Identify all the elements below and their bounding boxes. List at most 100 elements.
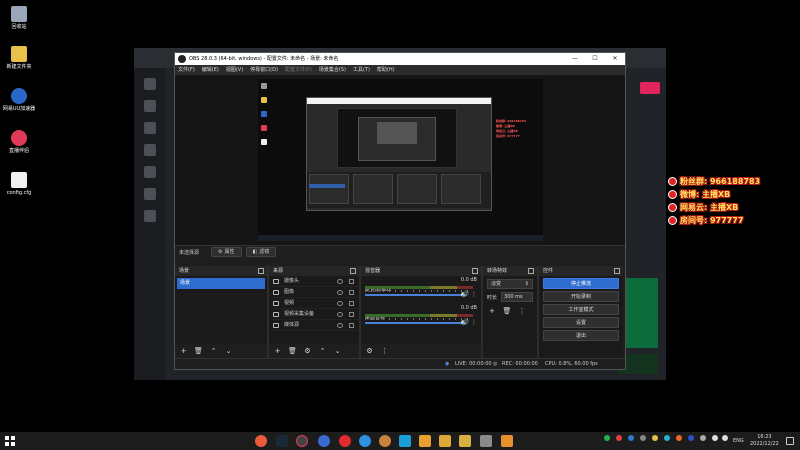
app-icon[interactable] [339,435,351,447]
add-source-button[interactable]: + [273,347,282,356]
undock-icon[interactable] [614,268,620,274]
exit-button[interactable]: 退出 [543,330,619,341]
eye-icon[interactable] [337,290,343,295]
app-icon[interactable] [379,435,391,447]
lock-icon[interactable] [349,290,354,295]
maximize-button[interactable]: ☐ [585,53,605,65]
obs-titlebar[interactable]: OBS 28.0.3 (64-bit, windows) - 配置文件: 未命名… [175,53,625,65]
duration-input[interactable]: 300 ms [501,292,534,302]
speaker-icon[interactable]: 🔊 [462,319,469,326]
volume-slider[interactable] [365,294,465,296]
tray-icon[interactable] [628,435,634,441]
kebab-menu-icon[interactable]: ⋮ [471,291,477,298]
move-up-button[interactable]: ⌃ [318,347,327,356]
tray-icon[interactable] [700,435,706,441]
notification-icon[interactable] [786,437,794,445]
desktop-icon-label: 网易UU加速器 [2,106,36,112]
undock-icon[interactable] [350,268,356,274]
source-item[interactable]: 图像 [269,287,359,298]
close-button[interactable]: ✕ [605,53,625,65]
source-item[interactable]: 视频 [269,298,359,309]
volume-slider[interactable] [365,322,465,324]
lock-icon[interactable] [349,279,354,284]
obs-taskbar-icon[interactable] [296,435,308,447]
tray-icon[interactable] [652,435,658,441]
menu-tools[interactable]: 工具(T) [353,65,370,75]
tray-icon[interactable] [604,435,610,441]
preview-canvas[interactable]: 粉丝群: 966188783 微博: 主播XB 网易云: 主播XB 房间号: 9… [258,79,543,241]
tray-icon[interactable] [616,435,622,441]
menu-file[interactable]: 文件(F) [178,65,195,75]
source-properties-button[interactable]: ⚙ [303,347,312,356]
obs-window[interactable]: OBS 28.0.3 (64-bit, windows) - 配置文件: 未命名… [174,52,626,370]
stop-streaming-button[interactable]: 停止推流 [543,278,619,289]
move-down-button[interactable]: ⌄ [333,347,342,356]
kebab-menu-icon[interactable]: ⋮ [380,347,389,356]
desktop-screen: 回收站 新建文件夹 网易UU加速器 直播伴侣 config.cfg OBS 28… [0,0,800,450]
kebab-menu-icon[interactable]: ⋮ [517,306,527,316]
desktop-icon-recycle-bin[interactable]: 回收站 [2,6,36,30]
eye-icon[interactable] [337,323,343,328]
desktop-icon-uu-booster[interactable]: 网易UU加速器 [2,88,36,112]
tray-icon[interactable] [676,435,682,441]
app-icon[interactable] [459,435,471,447]
advanced-audio-icon[interactable]: ⚙ [365,347,374,356]
move-up-button[interactable]: ⌃ [209,347,218,356]
kebab-menu-icon[interactable]: ⋮ [471,319,477,326]
remove-transition-button[interactable]: 🗑 [502,306,512,316]
move-down-button[interactable]: ⌄ [224,347,233,356]
app-icon[interactable] [255,435,267,447]
menu-profile[interactable]: 配置文件(P) [285,65,312,75]
network-icon[interactable] [712,435,718,441]
properties-button[interactable]: ⚙ 属性 [211,247,242,257]
lock-icon[interactable] [349,323,354,328]
speaker-icon[interactable]: 🔊 [462,291,469,298]
menu-scene-collection[interactable]: 场景集合(S) [319,65,346,75]
lock-icon[interactable] [349,301,354,306]
undock-icon[interactable] [472,268,478,274]
system-clock[interactable]: 16:23 2022/12/22 [750,434,779,448]
desktop-icon-config-file[interactable]: config.cfg [2,172,36,196]
app-icon[interactable] [399,435,411,447]
studio-mode-button[interactable]: 工作室模式 [543,304,619,315]
source-item[interactable]: 摄像头 [269,276,359,287]
menu-docks[interactable]: 停靠窗口(D) [250,65,278,75]
app-icon[interactable] [439,435,451,447]
app-icon[interactable] [501,435,513,447]
eye-icon[interactable] [337,279,343,284]
desktop-icon-new-folder[interactable]: 新建文件夹 [2,46,36,70]
desktop-icon-label: 回收站 [11,24,27,30]
menu-view[interactable]: 视图(V) [226,65,243,75]
volume-icon[interactable] [722,435,728,441]
tray-icon[interactable] [640,435,646,441]
start-button[interactable] [5,436,15,446]
undock-icon[interactable] [258,268,264,274]
menu-edit[interactable]: 编辑(E) [202,65,219,75]
minimize-button[interactable]: — [565,53,585,65]
add-scene-button[interactable]: + [179,347,188,356]
app-icon[interactable] [359,435,371,447]
app-icon[interactable] [480,435,492,447]
remove-scene-button[interactable]: 🗑 [194,347,203,356]
scene-item[interactable]: 场景 [177,278,265,289]
settings-button[interactable]: 设置 [543,317,619,328]
tray-icon[interactable] [688,435,694,441]
desktop-icon-live-companion[interactable]: 直播伴侣 [2,130,36,154]
add-transition-button[interactable]: + [487,306,497,316]
start-recording-button[interactable]: 开始录制 [543,291,619,302]
filters-button[interactable]: ◧ 滤镜 [245,247,277,257]
app-icon[interactable] [318,435,330,447]
transition-select[interactable]: 淡变 ⇕ [487,279,533,289]
source-item[interactable]: 媒体源 [269,320,359,331]
steam-icon[interactable] [276,435,288,447]
eye-icon[interactable] [337,312,343,317]
eye-icon[interactable] [337,301,343,306]
remove-source-button[interactable]: 🗑 [288,347,297,356]
lock-icon[interactable] [349,312,354,317]
undock-icon[interactable] [528,268,534,274]
input-language[interactable]: ENG [733,432,744,450]
app-icon[interactable] [419,435,431,447]
menu-help[interactable]: 帮助(H) [377,65,395,75]
tray-icon[interactable] [664,435,670,441]
source-item[interactable]: 视频采集设备 [269,309,359,320]
